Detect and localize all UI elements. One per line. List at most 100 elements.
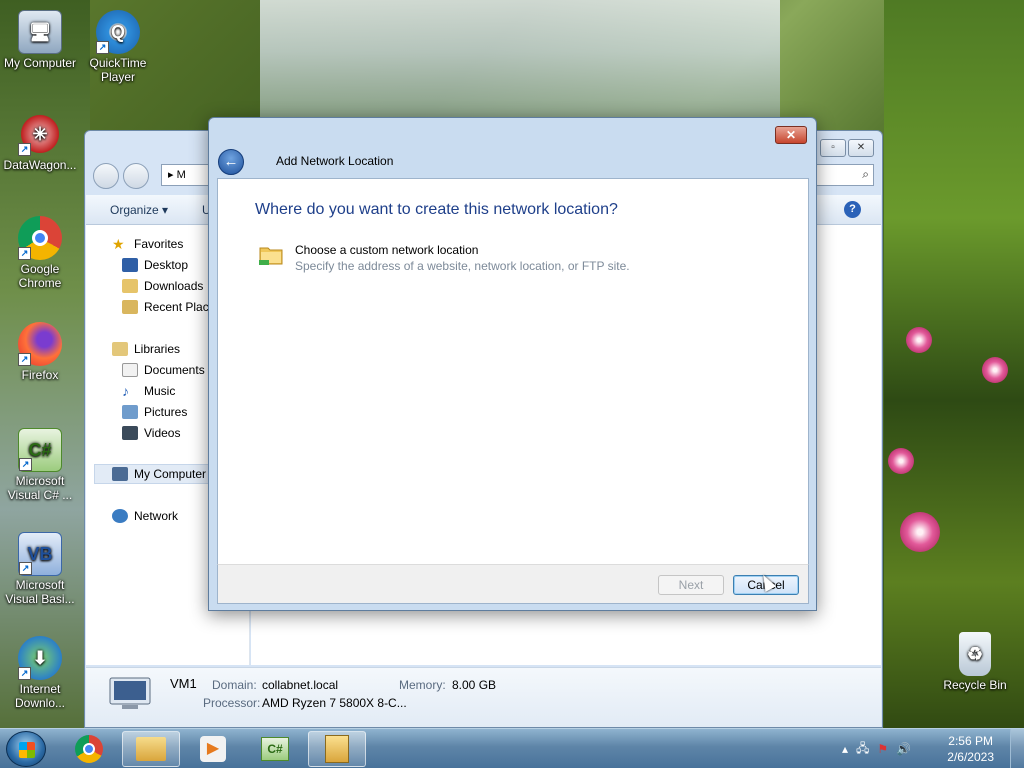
processor-value: AMD Ryzen 7 5800X 8-C... [262,696,407,710]
clock-time: 2:56 PM [948,734,993,748]
dialog-close-button[interactable]: ✕ [775,126,807,144]
shortcut-arrow-icon: ↗ [19,458,32,471]
option-title: Choose a custom network location [295,243,479,257]
system-tray: ▴ 🖧 ⚑ 🔊 [842,729,911,768]
nav-documents[interactable]: Documents [122,360,205,380]
desktop-icon-datawagon[interactable]: ✳ ↗ DataWagon... [0,112,80,172]
nav-network[interactable]: Network [112,506,178,526]
music-icon: ♪ [122,383,129,399]
desktop-icon-visual-basic[interactable]: VB ↗ Microsoft Visual Basi... [0,532,80,606]
details-pane: VM1 Domain: collabnet.local Memory: 8.00… [86,667,881,727]
star-icon: ★ [112,236,125,252]
videos-icon [122,426,138,440]
shortcut-arrow-icon: ↗ [19,562,32,575]
quicktime-icon: Q ↗ [96,10,140,54]
nav-label: My Computer [134,467,207,481]
flower-decoration [900,512,940,552]
domain-value: collabnet.local [262,678,339,692]
desktop-icon-internet-download-manager[interactable]: ⬇ ↗ Internet Downlo... [0,636,80,710]
desktop-icon-label: Recycle Bin [943,678,1007,692]
restore-button[interactable]: ▫ [820,139,846,157]
shortcut-arrow-icon: ↗ [18,143,31,156]
nav-libraries[interactable]: Libraries [112,339,180,359]
nav-music[interactable]: ♪ Music [122,381,175,401]
visual-basic-icon: VB ↗ [18,532,62,576]
desktop-icon-recycle-bin[interactable]: ♻ Recycle Bin [935,632,1015,692]
desktop-icon-label: Google Chrome [18,262,62,290]
dialog-body: Where do you want to create this network… [217,178,809,564]
desktop-icon-label: Microsoft Visual C# ... [7,474,73,502]
forward-button[interactable] [123,163,149,189]
dialog-back-button[interactable]: ← [218,149,244,175]
taskbar-media-player[interactable]: ▶ [184,731,242,767]
shortcut-arrow-icon: ↗ [18,353,31,366]
memory-value: 8.00 GB [452,678,497,692]
computer-icon [109,677,151,709]
taskbar-explorer[interactable] [122,731,180,767]
option-description: Specify the address of a website, networ… [295,259,630,273]
help-icon[interactable]: ? [844,201,861,218]
desktop-icon-my-computer[interactable]: 🖥 My Computer [0,10,80,70]
memory-label: Memory: [399,678,446,692]
nav-videos[interactable]: Videos [122,423,180,443]
wallpaper-waterfall [260,0,780,130]
explorer-nav-buttons [93,163,149,189]
dialog-footer: Next Cancel [217,564,809,604]
nav-favorites[interactable]: ★ Favorites [112,234,183,254]
desktop-icon-quicktime[interactable]: Q ↗ QuickTime Player [78,10,158,84]
dialog-heading: Where do you want to create this network… [255,201,618,218]
recycle-bin-icon: ♻ [959,632,991,676]
nav-label: Favorites [134,237,184,251]
flower-decoration [888,448,914,474]
desktop-icon [122,258,138,272]
desktop-icon-firefox[interactable]: ↗ Firefox [0,322,80,382]
network-status-icon[interactable]: 🖧 [856,739,869,760]
nav-desktop[interactable]: Desktop [122,255,188,275]
add-network-location-dialog: ✕ ← Add Network Location Where do you wa… [208,117,817,611]
nav-pictures[interactable]: Pictures [122,402,187,422]
nav-label: Pictures [144,405,188,419]
nav-label: Documents [144,363,205,377]
custom-network-location-option[interactable]: Choose a custom network location Specify… [258,241,658,275]
nav-label: Music [144,384,176,398]
downloads-folder-icon [122,279,138,293]
desktop-icon-chrome[interactable]: ↗ Google Chrome [0,216,80,290]
taskbar: ▶ C# ▴ 🖧 ⚑ 🔊 2:56 PM 2/6/2023 [0,728,1024,768]
nav-label: Libraries [134,342,181,356]
folder-icon [136,737,166,761]
next-button[interactable]: Next [658,575,724,595]
clock[interactable]: 2:56 PM 2/6/2023 [947,733,994,765]
desktop-icon-label: Microsoft Visual Basi... [5,578,75,606]
taskbar-chrome[interactable] [60,731,118,767]
network-icon [112,509,128,523]
nav-label: Downloads [144,279,204,293]
shortcut-arrow-icon: ↗ [18,247,31,260]
desktop-icon-label: QuickTime Player [89,56,147,84]
processor-label: Processor: [203,696,261,710]
nav-downloads[interactable]: Downloads [122,276,203,296]
desktop-icon-visual-csharp[interactable]: C# ↗ Microsoft Visual C# ... [0,428,80,502]
start-button[interactable] [6,731,46,767]
windows-logo-icon [19,742,35,758]
organize-button[interactable]: Organize ▾ [110,203,168,217]
explorer-window-controls: ▫ ✕ [820,139,874,157]
nav-recent-places[interactable]: Recent Places [122,297,221,317]
volume-icon[interactable]: 🔊 [896,742,911,756]
show-desktop-button[interactable] [1010,729,1024,768]
dialog-title: Add Network Location [276,154,394,168]
shortcut-arrow-icon: ↗ [18,667,31,680]
action-center-flag-icon[interactable]: ⚑ [877,742,888,756]
network-folder-icon [259,247,283,265]
csharp-icon: C# ↗ [18,428,62,472]
nav-label: Desktop [144,258,189,272]
nav-label: Network [134,509,179,523]
taskbar-network-location-wizard[interactable] [308,731,366,767]
back-button[interactable] [93,163,119,189]
nav-label: Videos [144,426,181,440]
taskbar-visual-csharp[interactable]: C# [246,731,304,767]
search-box[interactable]: ⌕ [812,164,874,186]
download-manager-icon: ⬇ ↗ [18,636,62,680]
documents-icon [122,363,138,377]
close-button[interactable]: ✕ [848,139,874,157]
tray-expand-icon[interactable]: ▴ [842,742,848,756]
